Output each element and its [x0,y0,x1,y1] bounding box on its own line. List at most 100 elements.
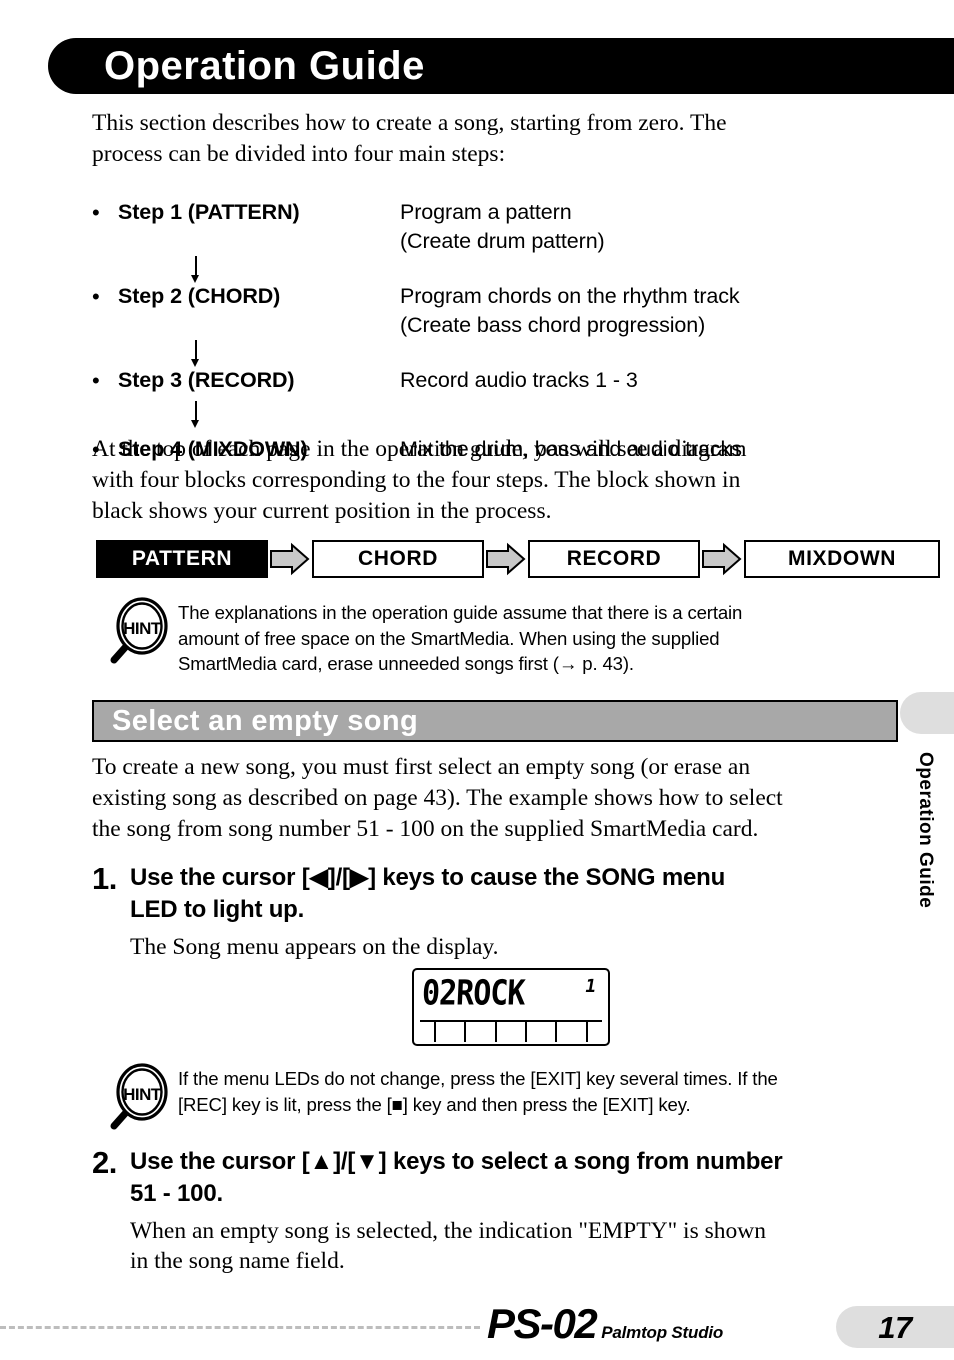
lcd-tick [555,1022,558,1042]
page-title: Operation Guide [104,44,425,88]
numbered-step-1-head: 1. Use the cursor [◀]/[▶] keys to cause … [92,862,912,926]
hint-1-line-2: amount of free space on the SmartMedia. … [178,627,720,649]
numbered-step-2-title-line-2: 51 - 100. [130,1180,223,1207]
step-label-1: Step 1 (PATTERN) [118,200,300,224]
page-number: 17 [878,1309,912,1345]
numbered-step-2: 2. Use the cursor [▲]/[▼] keys to select… [92,1146,912,1276]
down-arrow-icon [190,401,202,428]
step-desc-2: Program chords on the rhythm track (Crea… [400,282,882,340]
step-label-2: Step 2 (CHORD) [118,284,281,308]
section-title: Select an empty song [112,704,419,737]
hint-1-text: The explanations in the operation guide … [178,596,742,677]
section-header-select-empty-song: Select an empty song [92,700,898,742]
step-desc-2-line-1: Program chords on the rhythm track [400,284,740,308]
flow-block-pattern: PATTERN [96,540,268,578]
step-list-item-1: • Step 1 (PATTERN) Program a pattern (Cr… [92,198,882,256]
hint-2-line-1: If the menu LEDs do not change, press th… [178,1068,778,1089]
numbered-step-1-title: Use the cursor [◀]/[▶] keys to cause the… [130,862,912,926]
numbered-step-1-number: 1. [92,861,117,896]
flow-arrow-icon-2 [484,540,528,578]
flow-arrow-icon-1 [268,540,312,578]
bullet-icon: • [92,200,100,225]
down-arrow-icon [190,340,202,367]
numbered-step-2-head: 2. Use the cursor [▲]/[▼] keys to select… [92,1146,912,1210]
hint-1-line-1: The explanations in the operation guide … [178,602,743,623]
step-arrow-1-to-2 [92,256,882,283]
lcd-tick [464,1022,467,1042]
footer-logo: PS-02 Palmtop Studio [487,1303,723,1345]
hint-magnifier-icon: HINT [100,596,178,668]
intro-paragraph: This section describes how to create a s… [92,108,862,170]
side-tab-pill [900,692,954,734]
footer-logo-ps02: PS-02 [487,1300,598,1347]
section-intro-paragraph: To create a new song, you must first sel… [92,752,922,845]
step-desc-1: Program a pattern (Create drum pattern) [400,198,882,256]
section-intro-line-1: To create a new song, you must first sel… [92,754,751,780]
flow-block-mixdown-label: MIXDOWN [787,547,897,570]
flow-block-mixdown: MIXDOWN [744,540,940,578]
page-title-banner: Operation Guide [48,38,954,94]
lcd-song-name: 02ROCK [421,973,526,1014]
lcd-tick [494,1022,497,1042]
hint-2-line-2: [REC] key is lit, press the [■] key and … [178,1093,691,1115]
bullet-icon: • [92,284,100,309]
numbered-step-1-title-line-2: LED to light up. [130,896,305,923]
intro-line-1: This section describes how to create a s… [92,110,727,136]
numbered-step-2-title: Use the cursor [▲]/[▼] keys to select a … [130,1146,912,1210]
svg-text:HINT: HINT [123,1085,162,1104]
hint-2-text: If the menu LEDs do not change, press th… [178,1062,778,1117]
hint-1-line-3: SmartMedia card, erase unneeded songs fi… [178,653,634,674]
step-desc-2-line-2: (Create bass chord progression) [400,313,706,337]
numbered-step-1-body: The Song menu appears on the display. [130,932,912,962]
numbered-step-1-title-line-1: Use the cursor [◀]/[▶] keys to cause the… [130,864,726,891]
diagram-intro-line-1: At the top of each page in the operation… [92,436,747,462]
process-flow-diagram: PATTERN CHORD RECORD MIXDOWN [96,540,940,578]
step-list-item-3: • Step 3 (RECORD) Record audio tracks 1 … [92,366,882,395]
flow-block-record: RECORD [528,540,700,578]
hint-magnifier-icon: HINT [100,1062,178,1134]
intro-line-2: process can be divided into four main st… [92,141,506,167]
step-arrow-2-to-3 [92,340,882,367]
bullet-icon: • [92,368,100,393]
step-list-item-2: • Step 2 (CHORD) Program chords on the r… [92,282,882,340]
flow-block-pattern-label: PATTERN [131,547,233,570]
side-tab: Operation Guide [900,692,954,908]
diagram-intro-paragraph: At the top of each page in the operation… [92,434,882,527]
numbered-step-1-body-line-1: The Song menu appears on the display. [130,934,499,960]
lcd-display: 02ROCK 1 [412,968,610,1046]
lcd-segment-ticks [420,1022,602,1044]
lcd-main-row: 02ROCK [414,970,608,1018]
diagram-intro-line-2: with four blocks corresponding to the fo… [92,467,741,493]
down-arrow-icon [190,256,202,283]
step-desc-3: Record audio tracks 1 - 3 [400,366,882,395]
numbered-step-1: 1. Use the cursor [◀]/[▶] keys to cause … [92,862,912,962]
section-intro-line-3: the song from song number 51 - 100 on th… [92,816,759,842]
flow-block-chord-label: CHORD [358,547,438,570]
hint-block-1: HINT The explanations in the operation g… [100,596,900,677]
lcd-tick [434,1022,437,1042]
flow-block-chord: CHORD [312,540,484,578]
numbered-step-2-body: When an empty song is selected, the indi… [130,1216,912,1276]
numbered-step-2-title-line-1: Use the cursor [▲]/[▼] keys to select a … [130,1148,783,1175]
step-desc-3-line-1: Record audio tracks 1 - 3 [400,368,638,392]
footer-divider [0,1326,480,1329]
footer-logo-subtitle: Palmtop Studio [601,1323,724,1342]
page-number-pill: 17 [836,1306,954,1348]
step-label-3: Step 3 (RECORD) [118,368,295,392]
step-arrow-3-to-4 [92,395,882,435]
lcd-tick [525,1022,528,1042]
arrow-head [191,420,199,428]
section-intro-line-2: existing song as described on page 43). … [92,785,783,811]
numbered-step-2-body-line-1: When an empty song is selected, the indi… [130,1218,766,1244]
svg-text:HINT: HINT [123,619,162,638]
diagram-intro-line-3: black shows your current position in the… [92,498,552,524]
numbered-step-2-number: 2. [92,1145,117,1180]
hint-block-2: HINT If the menu LEDs do not change, pre… [100,1062,920,1134]
lcd-tick [585,1022,588,1042]
step-desc-1-line-1: Program a pattern [400,200,572,224]
step-overview-list: • Step 1 (PATTERN) Program a pattern (Cr… [92,198,882,464]
flow-block-record-label: RECORD [566,547,662,570]
flow-arrow-icon-3 [700,540,744,578]
side-tab-label: Operation Guide [915,752,936,909]
step-desc-1-line-2: (Create drum pattern) [400,229,605,253]
